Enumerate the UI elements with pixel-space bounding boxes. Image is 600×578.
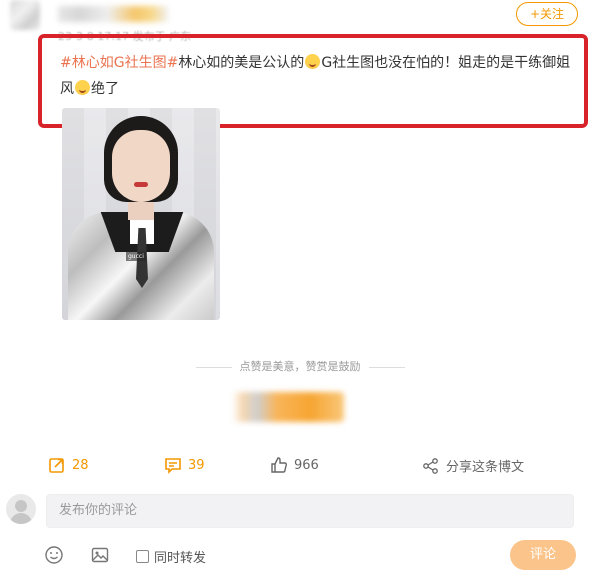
share-icon xyxy=(423,457,438,474)
submit-comment-button[interactable]: 评论 xyxy=(510,540,576,570)
repost-icon xyxy=(49,458,64,473)
repost-checkbox[interactable]: 同时转发 xyxy=(136,547,206,566)
photo-badge: gucci xyxy=(126,252,146,261)
follow-button[interactable]: +关注 xyxy=(516,2,578,26)
image-upload-icon[interactable] xyxy=(90,545,110,565)
repost-checkbox-label: 同时转发 xyxy=(154,551,207,566)
divider xyxy=(195,366,232,368)
photo-lips xyxy=(134,182,148,187)
divider xyxy=(368,366,405,368)
comment-button[interactable]: 39 xyxy=(164,456,205,474)
comment-icon xyxy=(165,458,181,474)
user-avatar xyxy=(6,494,36,524)
photo-face xyxy=(112,130,170,202)
encourage-text: 点赞是美意，赞赏是鼓励 xyxy=(239,360,361,373)
author-name[interactable] xyxy=(58,6,168,22)
author-avatar[interactable] xyxy=(10,0,40,30)
like-count: 966 xyxy=(294,457,319,473)
post-photo[interactable]: gucci xyxy=(62,108,220,320)
share-label: 分享这条博文 xyxy=(446,460,525,475)
checkbox-icon[interactable] xyxy=(136,550,149,563)
repost-count: 28 xyxy=(72,457,89,473)
comment-count: 39 xyxy=(188,457,205,473)
reward-button[interactable] xyxy=(232,392,344,422)
like-button[interactable]: 966 xyxy=(270,456,319,474)
share-button[interactable]: 分享这条博文 xyxy=(422,456,524,475)
repost-button[interactable]: 28 xyxy=(48,456,89,474)
emoji-picker-icon[interactable] xyxy=(44,545,64,565)
encourage-line: 点赞是美意，赞赏是鼓励 xyxy=(0,358,600,374)
thumbs-up-icon xyxy=(271,457,287,473)
comment-input[interactable]: 发布你的评论 xyxy=(46,494,574,528)
